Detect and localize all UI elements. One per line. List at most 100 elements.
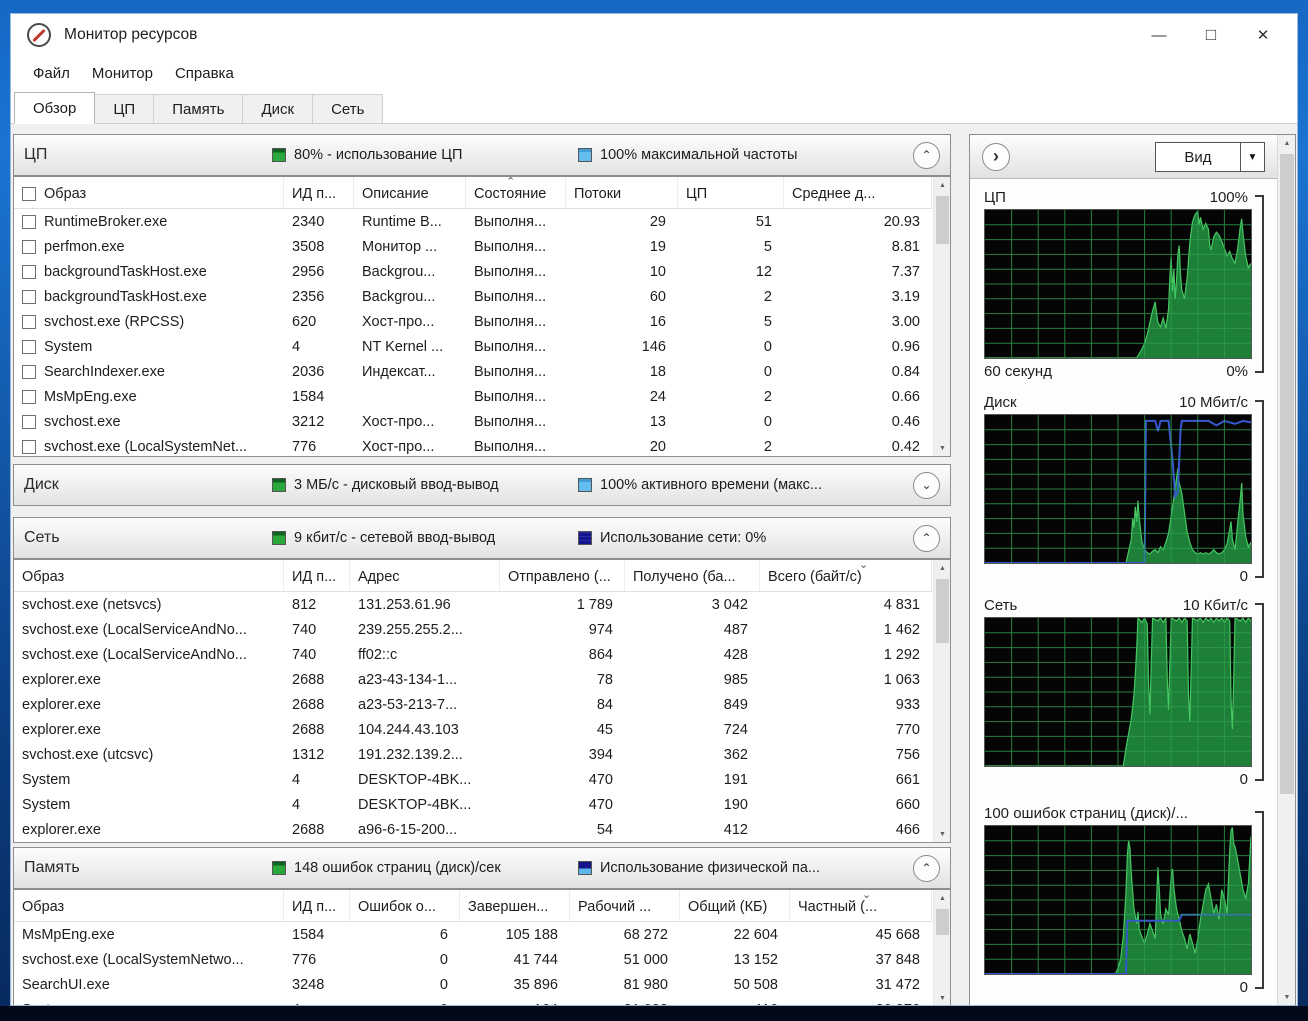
network-section-header[interactable]: Сеть 9 кбит/с - сетевой ввод-вывод Испол…	[13, 517, 951, 559]
table-row[interactable]: explorer.exe2688a96-6-15-200...54412466	[14, 817, 932, 842]
row-checkbox[interactable]	[22, 415, 36, 429]
maximize-button[interactable]: □	[1185, 14, 1237, 56]
scale-bracket	[1255, 195, 1264, 373]
panel-expand-button[interactable]: ›	[982, 143, 1010, 171]
column-header[interactable]: Образ	[14, 890, 284, 921]
row-checkbox[interactable]	[22, 240, 36, 254]
table-row[interactable]: System4DESKTOP-4BK...470190660	[14, 792, 932, 817]
table-row[interactable]: backgroundTaskHost.exe2356Backgrou...Вып…	[14, 284, 932, 309]
scroll-thumb[interactable]	[936, 196, 949, 244]
column-header[interactable]: Всего (байт/с)	[760, 560, 932, 591]
memory-table-scrollbar[interactable]: ▲ ▼	[933, 890, 950, 1006]
row-checkbox[interactable]	[22, 340, 36, 354]
column-header[interactable]: Описание	[354, 177, 466, 208]
cpu-collapse-button[interactable]: ⌃	[913, 142, 940, 169]
table-row[interactable]: svchost.exe (RPCSS)620Хост-про...Выполня…	[14, 309, 932, 334]
row-checkbox[interactable]	[22, 365, 36, 379]
table-row[interactable]: svchost.exe (LocalServiceAndNo...740ff02…	[14, 642, 932, 667]
table-row[interactable]: System4016421 09211620 976	[14, 997, 932, 1006]
scroll-down-icon[interactable]: ▼	[1278, 989, 1296, 1005]
table-row[interactable]: RuntimeBroker.exe2340Runtime B...Выполня…	[14, 209, 932, 234]
table-row[interactable]: System4NT Kernel ...Выполня...14600.96	[14, 334, 932, 359]
panel-scrollbar[interactable]: ▲ ▼	[1277, 135, 1295, 1005]
table-row[interactable]: MsMpEng.exe1584Выполня...2420.66	[14, 384, 932, 409]
scroll-thumb[interactable]	[1280, 154, 1294, 794]
scroll-up-icon[interactable]: ▲	[1278, 135, 1296, 151]
column-header[interactable]: Среднее д...	[784, 177, 932, 208]
table-row[interactable]: svchost.exe (LocalSystemNet...776Хост-пр…	[14, 434, 932, 457]
disk-section-header[interactable]: Диск 3 МБ/с - дисковый ввод-вывод 100% а…	[13, 464, 951, 506]
table-row[interactable]: svchost.exe (netsvcs)812131.253.61.961 7…	[14, 592, 932, 617]
table-row[interactable]: svchost.exe3212Хост-про...Выполня...1300…	[14, 409, 932, 434]
disk-expand-button[interactable]: ⌄	[913, 472, 940, 499]
scroll-down-icon[interactable]: ▼	[934, 440, 951, 456]
row-checkbox[interactable]	[22, 440, 36, 454]
column-header[interactable]: ИД п...	[284, 890, 350, 921]
column-header[interactable]: ЦП	[678, 177, 784, 208]
tab-disk[interactable]: Диск	[242, 94, 313, 123]
column-header[interactable]: Потоки	[566, 177, 678, 208]
table-row[interactable]: SearchUI.exe3248035 89681 98050 50831 47…	[14, 972, 932, 997]
column-header[interactable]: Образ	[14, 177, 284, 208]
row-checkbox[interactable]	[22, 265, 36, 279]
scroll-thumb[interactable]	[936, 909, 949, 935]
column-header[interactable]: Адрес	[350, 560, 500, 591]
title-bar[interactable]: Монитор ресурсов — □ ✕	[11, 14, 1297, 56]
tab-overview[interactable]: Обзор	[14, 92, 95, 124]
menu-monitor[interactable]: Монитор	[81, 59, 164, 88]
scroll-down-icon[interactable]: ▼	[934, 990, 951, 1006]
row-checkbox[interactable]	[22, 315, 36, 329]
column-header[interactable]: ИД п...	[284, 177, 354, 208]
network-table-header[interactable]: ⌄ ОбразИД п...АдресОтправлено (...Получе…	[14, 560, 932, 592]
menu-help[interactable]: Справка	[164, 59, 245, 88]
scroll-down-icon[interactable]: ▼	[934, 826, 951, 842]
table-row[interactable]: svchost.exe (utcsvc)1312191.232.139.2...…	[14, 742, 932, 767]
minimize-button[interactable]: —	[1133, 14, 1185, 56]
table-row[interactable]: explorer.exe2688104.244.43.10345724770	[14, 717, 932, 742]
table-row[interactable]: svchost.exe (LocalServiceAndNo...740239.…	[14, 617, 932, 642]
column-header[interactable]: Ошибок о...	[350, 890, 460, 921]
table-row[interactable]: explorer.exe2688a23-53-213-7...84849933	[14, 692, 932, 717]
table-row[interactable]: explorer.exe2688a23-43-134-1...789851 06…	[14, 667, 932, 692]
cpu-table-scrollbar[interactable]: ▲ ▼	[933, 177, 950, 456]
row-checkbox[interactable]	[22, 215, 36, 229]
row-checkbox[interactable]	[22, 390, 36, 404]
network-table-body: svchost.exe (netsvcs)812131.253.61.961 7…	[14, 592, 932, 842]
memory-table-header[interactable]: ⌄ ОбразИД п...Ошибок о...Завершен...Рабо…	[14, 890, 932, 922]
network-collapse-button[interactable]: ⌃	[913, 525, 940, 552]
table-row[interactable]: SearchIndexer.exe2036Индексат...Выполня.…	[14, 359, 932, 384]
scroll-up-icon[interactable]: ▲	[934, 560, 951, 576]
scroll-up-icon[interactable]: ▲	[934, 890, 951, 906]
column-header[interactable]: Образ	[14, 560, 284, 591]
column-header[interactable]: Состояние	[466, 177, 566, 208]
close-button[interactable]: ✕	[1237, 14, 1289, 56]
scroll-up-icon[interactable]: ▲	[934, 177, 951, 193]
cpu-table-header[interactable]: ⌃ ОбразИД п...ОписаниеСостояниеПотокиЦПС…	[14, 177, 932, 209]
column-header[interactable]: ИД п...	[284, 560, 350, 591]
table-row[interactable]: svchost.exe (LocalSystemNetwo...776041 7…	[14, 947, 932, 972]
column-header[interactable]: Частный (...	[790, 890, 932, 921]
memory-collapse-button[interactable]: ⌃	[913, 855, 940, 882]
network-table-scrollbar[interactable]: ▲ ▼	[933, 560, 950, 842]
network-section-title: Сеть	[14, 529, 272, 547]
cpu-section-header[interactable]: ЦП 80% - использование ЦП 100% максималь…	[13, 134, 951, 176]
column-header[interactable]: Получено (ба...	[625, 560, 760, 591]
table-row[interactable]: MsMpEng.exe15846105 18868 27222 60445 66…	[14, 922, 932, 947]
scroll-thumb[interactable]	[936, 579, 949, 643]
column-header[interactable]: Завершен...	[460, 890, 570, 921]
table-row[interactable]: backgroundTaskHost.exe2956Backgrou...Вып…	[14, 259, 932, 284]
column-header[interactable]: Рабочий ...	[570, 890, 680, 921]
memory-section-header[interactable]: Память 148 ошибок страниц (диск)/сек Исп…	[13, 847, 951, 889]
column-header[interactable]: Отправлено (...	[500, 560, 625, 591]
row-checkbox[interactable]	[22, 290, 36, 304]
menu-file[interactable]: Файл	[22, 59, 81, 88]
table-row[interactable]: perfmon.exe3508Монитор ...Выполня...1958…	[14, 234, 932, 259]
tab-cpu[interactable]: ЦП	[94, 94, 154, 123]
tab-memory[interactable]: Память	[153, 94, 243, 123]
view-dropdown[interactable]: Вид ▼	[1155, 142, 1265, 172]
column-header[interactable]: Общий (КБ)	[680, 890, 790, 921]
tab-network[interactable]: Сеть	[312, 94, 383, 123]
select-all-checkbox[interactable]	[22, 187, 36, 201]
table-row[interactable]: System4DESKTOP-4BK...470191661	[14, 767, 932, 792]
memory-table: ⌄ ОбразИД п...Ошибок о...Завершен...Рабо…	[13, 889, 951, 1006]
